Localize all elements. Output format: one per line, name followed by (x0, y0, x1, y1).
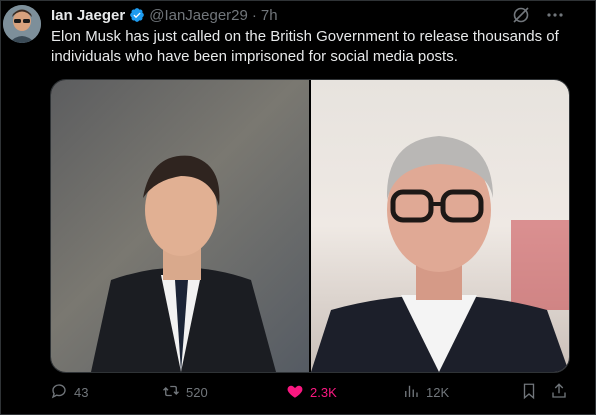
views-button[interactable]: 12K (402, 382, 449, 403)
grok-icon[interactable] (511, 5, 531, 25)
tweet-actions: 43 520 2.3K 12K (50, 382, 572, 404)
bookmark-button[interactable] (520, 382, 538, 403)
share-icon (550, 382, 568, 403)
views-icon (402, 382, 420, 403)
media-photo-right[interactable] (311, 80, 569, 372)
share-button[interactable] (550, 382, 568, 403)
like-button[interactable]: 2.3K (286, 382, 337, 403)
avatar[interactable] (3, 5, 41, 43)
heart-icon (286, 382, 304, 403)
verified-badge-icon (129, 7, 145, 23)
author-handle[interactable]: @IanJaeger29 (149, 7, 248, 24)
reply-button[interactable]: 43 (50, 382, 88, 403)
separator-dot: · (251, 6, 257, 24)
bookmark-icon (520, 382, 538, 403)
top-actions (511, 5, 565, 25)
media-photo-left[interactable] (51, 80, 309, 372)
more-icon[interactable] (545, 5, 565, 25)
author-name[interactable]: Ian Jaeger (51, 7, 125, 24)
views-count: 12K (426, 385, 450, 400)
reply-icon (50, 382, 68, 403)
tweet-text: Elon Musk has just called on the British… (51, 28, 559, 65)
tweet-header: Ian Jaeger @IanJaeger29 · 7h (51, 6, 278, 24)
reply-count: 43 (74, 385, 89, 400)
repost-count: 520 (186, 385, 208, 400)
repost-icon (162, 382, 180, 403)
repost-button[interactable]: 520 (162, 382, 208, 403)
like-count: 2.3K (310, 385, 337, 400)
tweet-media[interactable] (50, 79, 570, 373)
tweet-card[interactable]: Ian Jaeger @IanJaeger29 · 7h Elon Musk h (0, 0, 596, 415)
timestamp[interactable]: 7h (261, 7, 278, 24)
